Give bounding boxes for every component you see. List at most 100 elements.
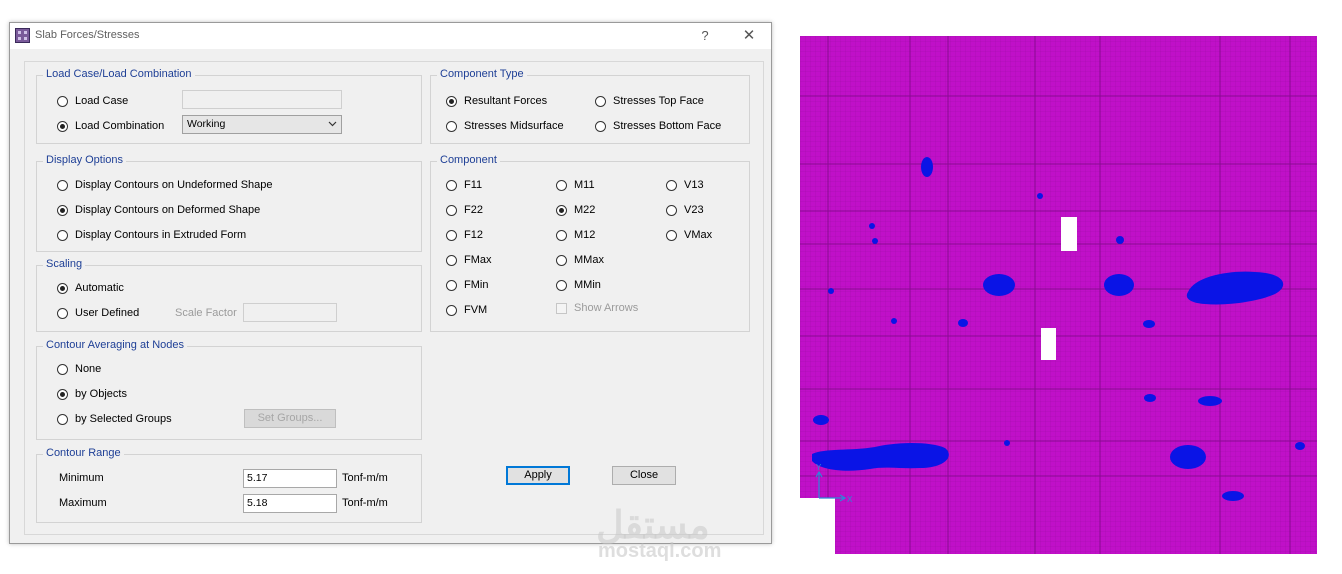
stresses-bottom-face-radio[interactable]: Stresses Bottom Face (595, 118, 721, 134)
resultant-forces-radio[interactable]: Resultant Forces (446, 93, 547, 109)
component-fmin-radio[interactable]: FMin (446, 277, 488, 293)
option-label: M22 (574, 204, 596, 216)
extruded-form-radio[interactable]: Display Contours in Extruded Form (57, 227, 246, 243)
radio-icon[interactable] (595, 95, 606, 107)
radio-icon[interactable] (57, 413, 68, 425)
radio-icon[interactable] (57, 363, 68, 375)
option-label: Display Contours on Deformed Shape (75, 204, 261, 216)
load-combination-select[interactable]: Working (182, 115, 342, 134)
component-legend: Component (437, 154, 500, 166)
load-case-label: Load Case (75, 95, 129, 107)
contour-range-group: Contour Range Minimum 5.17 Tonf-m/m Maxi… (36, 447, 422, 523)
checkbox-icon[interactable] (556, 302, 567, 314)
radio-icon[interactable] (556, 179, 567, 191)
component-m12-radio[interactable]: M12 (556, 227, 595, 243)
radio-icon[interactable] (556, 279, 567, 291)
option-label: M12 (574, 229, 596, 241)
option-label: None (75, 363, 102, 375)
radio-icon[interactable] (57, 179, 68, 191)
watermark-text: mostaql.com (598, 540, 722, 562)
option-label: MMin (574, 279, 601, 291)
component-m11-radio[interactable]: M11 (556, 177, 595, 193)
option-label: M11 (574, 179, 595, 191)
chevron-down-icon (328, 121, 337, 127)
radio-icon[interactable] (666, 229, 677, 241)
radio-selected-icon[interactable] (446, 95, 457, 107)
load-combination-radio[interactable]: Load Combination (57, 118, 164, 134)
scale-factor-input[interactable] (243, 303, 337, 322)
radio-selected-icon[interactable] (57, 120, 68, 132)
component-f11-radio[interactable]: F11 (446, 177, 482, 193)
component-f12-radio[interactable]: F12 (446, 227, 483, 243)
maximum-input[interactable]: 5.18 (243, 494, 337, 513)
set-groups-button[interactable]: Set Groups... (244, 409, 336, 428)
radio-icon[interactable] (666, 179, 677, 191)
averaging-by-groups-radio[interactable]: by Selected Groups (57, 411, 172, 427)
radio-selected-icon[interactable] (57, 388, 68, 400)
component-m22-radio[interactable]: M22 (556, 202, 595, 218)
radio-icon[interactable] (446, 304, 457, 316)
load-combination-label: Load Combination (75, 120, 165, 132)
radio-icon[interactable] (666, 204, 677, 216)
slab-contour-plot: X Y (800, 36, 1317, 554)
averaging-none-radio[interactable]: None (57, 361, 101, 377)
deformed-shape-radio[interactable]: Display Contours on Deformed Shape (57, 202, 260, 218)
radio-icon[interactable] (446, 279, 457, 291)
component-v23-radio[interactable]: V23 (666, 202, 704, 218)
option-label: V23 (684, 204, 704, 216)
help-button[interactable]: ? (696, 27, 714, 45)
radio-selected-icon[interactable] (57, 204, 68, 216)
radio-icon[interactable] (595, 120, 606, 132)
load-case-input[interactable] (182, 90, 342, 109)
maximum-label: Maximum (59, 497, 107, 509)
component-mmax-radio[interactable]: MMax (556, 252, 604, 268)
option-label: Resultant Forces (464, 95, 548, 107)
radio-icon[interactable] (446, 179, 457, 191)
component-type-group: Component Type Resultant Forces Stresses… (430, 68, 750, 144)
undeformed-shape-radio[interactable]: Display Contours on Undeformed Shape (57, 177, 273, 193)
user-defined-label: User Defined (75, 307, 140, 319)
option-label: VMax (684, 229, 713, 241)
scaling-group: Scaling Automatic User Defined Scale Fac… (36, 258, 422, 332)
component-vmax-radio[interactable]: VMax (666, 227, 712, 243)
radio-icon[interactable] (446, 120, 457, 132)
minimum-input[interactable]: 5.17 (243, 469, 337, 488)
show-arrows-label: Show Arrows (574, 302, 639, 314)
radio-icon[interactable] (57, 95, 68, 107)
apply-button[interactable]: Apply (506, 466, 570, 485)
display-options-group: Display Options Display Contours on Unde… (36, 154, 422, 252)
component-mmin-radio[interactable]: MMin (556, 277, 601, 293)
slab-forces-dialog: Slab Forces/Stresses ? ✕ Load Case/Load … (9, 22, 772, 544)
option-label: MMax (574, 254, 604, 266)
component-f22-radio[interactable]: F22 (446, 202, 483, 218)
maximum-units: Tonf-m/m (342, 497, 388, 509)
radio-selected-icon[interactable] (556, 204, 567, 216)
radio-icon[interactable] (57, 307, 68, 319)
stresses-midsurface-radio[interactable]: Stresses Midsurface (446, 118, 564, 134)
show-arrows-checkbox[interactable]: Show Arrows (556, 302, 638, 314)
load-case-radio[interactable]: Load Case (57, 93, 128, 109)
radio-icon[interactable] (446, 229, 457, 241)
component-fmax-radio[interactable]: FMax (446, 252, 492, 268)
user-defined-radio[interactable]: User Defined (57, 305, 139, 321)
close-button[interactable]: Close (612, 466, 676, 485)
radio-icon[interactable] (57, 229, 68, 241)
radio-icon[interactable] (556, 254, 567, 266)
scaling-legend: Scaling (43, 258, 86, 270)
component-type-legend: Component Type (437, 68, 527, 80)
load-case-legend: Load Case/Load Combination (43, 68, 195, 80)
component-v13-radio[interactable]: V13 (666, 177, 704, 193)
option-label: FMin (464, 279, 489, 291)
radio-icon[interactable] (556, 229, 567, 241)
close-icon[interactable]: ✕ (738, 27, 760, 45)
radio-icon[interactable] (446, 204, 457, 216)
component-fvm-radio[interactable]: FVM (446, 302, 487, 318)
radio-icon[interactable] (446, 254, 457, 266)
averaging-by-objects-radio[interactable]: by Objects (57, 386, 127, 402)
option-label: V13 (684, 179, 704, 191)
stresses-top-face-radio[interactable]: Stresses Top Face (595, 93, 704, 109)
automatic-radio[interactable]: Automatic (57, 280, 124, 296)
radio-selected-icon[interactable] (57, 282, 68, 294)
automatic-label: Automatic (75, 282, 124, 294)
window-title: Slab Forces/Stresses (35, 29, 140, 41)
